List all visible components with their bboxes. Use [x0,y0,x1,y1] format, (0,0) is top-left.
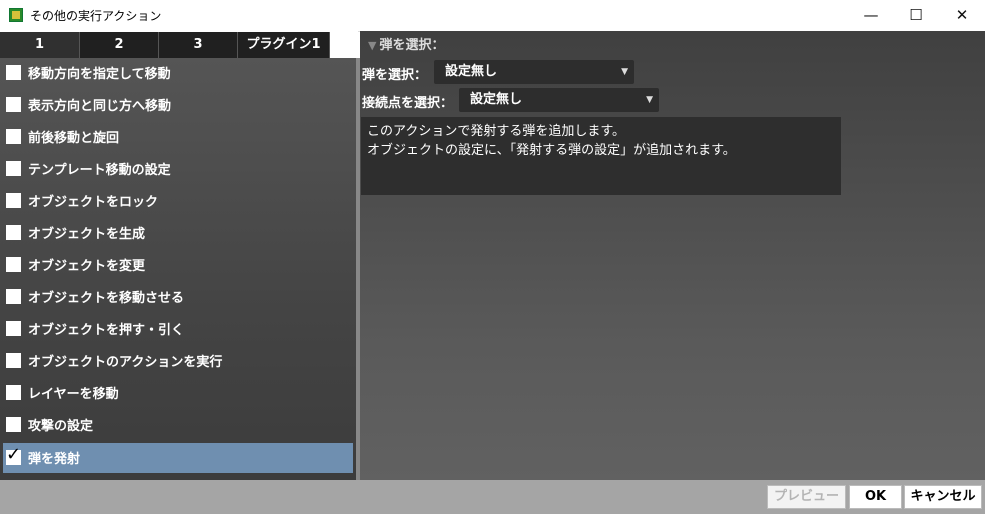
list-item[interactable]: オブジェクトのアクションを実行 [3,346,353,376]
list-item-label: オブジェクトのアクションを実行 [28,355,223,370]
app-icon [9,8,23,22]
list-item-label: 前後移動と旋回 [28,131,120,146]
checkbox[interactable] [6,257,21,272]
bullet-select-value: 設定無し [445,64,498,79]
checkbox[interactable] [6,225,21,240]
checkbox[interactable] [6,385,21,400]
list-item-label: 攻撃の設定 [28,419,94,434]
list-item[interactable]: レイヤーを移動 [3,378,353,408]
tab-2[interactable]: 2 [80,32,159,58]
list-item[interactable]: オブジェクトをロック [3,186,353,216]
checkbox[interactable] [6,65,21,80]
list-item[interactable]: テンプレート移動の設定 [3,154,353,184]
list-item-selected[interactable]: ✓ 弾を発射 [3,443,353,473]
checkbox[interactable] [6,193,21,208]
list-item[interactable]: 表示方向と同じ方へ移動 [3,90,353,120]
list-item-label: オブジェクトを生成 [28,227,146,242]
footer-bar: プレビュー OK キャンセル [0,480,985,514]
section-header[interactable]: ▼ 弾を選択： [368,34,444,53]
checkbox[interactable] [6,417,21,432]
list-item-label: オブジェクトを変更 [28,259,146,274]
checkbox[interactable] [6,289,21,304]
checkbox[interactable] [6,97,21,112]
connect-select-value: 設定無し [470,92,523,107]
maximize-button[interactable]: ☐ [893,0,939,31]
close-button[interactable]: ✕ [939,0,985,31]
checkbox[interactable] [6,321,21,336]
minimize-button[interactable]: — [848,0,894,31]
list-item[interactable]: 攻撃の設定 [3,410,353,440]
chevron-down-icon: ▼ [646,95,653,105]
tab-1[interactable]: 1 [0,32,80,58]
list-item[interactable]: オブジェクトを変更 [3,250,353,280]
list-item-label: オブジェクトを移動させる [28,291,185,306]
list-item[interactable]: オブジェクトを生成 [3,218,353,248]
preview-button[interactable]: プレビュー [767,485,846,509]
ok-button[interactable]: OK [849,485,902,509]
cancel-button[interactable]: キャンセル [904,485,982,509]
description-box: このアクションで発射する弾を追加します。 オブジェクトの設定に、「発射する弾の設… [361,117,841,195]
list-item[interactable]: 前後移動と旋回 [3,122,353,152]
list-item-label: 表示方向と同じ方へ移動 [28,99,172,114]
checkmark-icon: ✓ [6,444,22,465]
window-title: その他の実行アクション [30,9,162,23]
list-item-label: 弾を発射 [28,452,81,467]
list-item-label: オブジェクトを押す・引く [28,323,185,338]
settings-panel: ▼ 弾を選択： 弾を選択： 設定無し ▼ 接続点を選択： 設定無し ▼ このアクシ… [360,31,985,480]
list-item-label: オブジェクトをロック [28,195,159,210]
checkbox[interactable] [6,161,21,176]
list-item-label: テンプレート移動の設定 [28,163,171,178]
checkbox[interactable] [6,353,21,368]
bullet-select[interactable]: 設定無し ▼ [434,60,634,84]
list-item[interactable]: オブジェクトを押す・引く [3,314,353,344]
description-line: このアクションで発射する弾を追加します。 [367,124,626,139]
checkbox[interactable] [6,129,21,144]
list-item-label: レイヤーを移動 [28,387,119,402]
title-bar: その他の実行アクション — ☐ ✕ [0,0,985,32]
chevron-down-icon: ▼ [621,67,628,77]
checkbox-checked[interactable]: ✓ [6,444,21,465]
list-item[interactable]: 移動方向を指定して移動 [3,58,353,88]
list-item[interactable]: オブジェクトを移動させる [3,282,353,312]
tab-3[interactable]: 3 [159,32,238,58]
bullet-label: 弾を選択： [362,68,428,83]
triangle-down-icon: ▼ [368,39,377,52]
list-item-label: 移動方向を指定して移動 [28,67,171,82]
section-title: 弾を選択： [379,38,445,53]
description-line: オブジェクトの設定に、「発射する弾の設定」が追加されます。 [367,143,736,158]
action-list: 移動方向を指定して移動 表示方向と同じ方へ移動 前後移動と旋回 テンプレート移動… [0,58,358,480]
tab-plugin1[interactable]: プラグイン1 [238,32,330,58]
tab-bar: 1 2 3 プラグイン1 [0,31,358,58]
connect-select[interactable]: 設定無し ▼ [459,88,659,112]
connect-label: 接続点を選択： [362,96,454,111]
